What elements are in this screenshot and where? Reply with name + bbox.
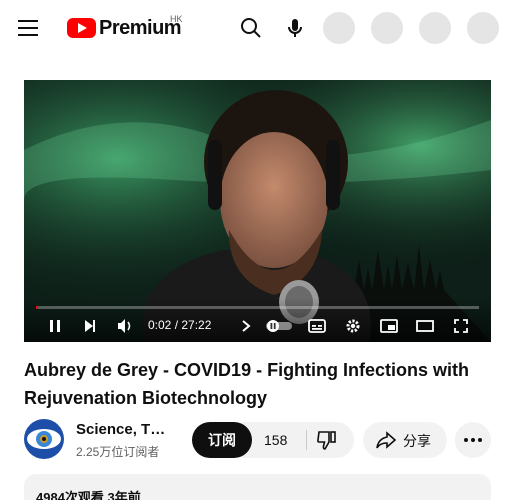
video-title: Aubrey de Grey - COVID19 - Fighting Infe… (24, 360, 470, 408)
logo-text: Premium (99, 16, 182, 39)
youtube-premium-logo[interactable]: Premium (67, 14, 182, 42)
channel-avatar[interactable] (24, 419, 64, 459)
header-action-button[interactable] (371, 12, 403, 44)
theater-icon[interactable] (413, 314, 437, 338)
share-button[interactable]: 分享 (363, 422, 447, 458)
chevron-right-icon[interactable] (234, 314, 258, 338)
dislike-icon[interactable] (314, 427, 340, 453)
autoplay-toggle-icon[interactable] (264, 314, 294, 338)
miniplayer-icon[interactable] (377, 314, 401, 338)
share-icon (376, 431, 397, 449)
header-action-button[interactable] (419, 12, 451, 44)
captions-icon[interactable] (305, 314, 329, 338)
pause-icon[interactable] (43, 314, 67, 338)
share-label: 分享 (403, 433, 431, 449)
channel-name[interactable]: Science, T… (76, 421, 165, 438)
more-actions-icon[interactable] (455, 422, 491, 458)
mic-icon[interactable] (281, 14, 309, 42)
settings-icon[interactable] (341, 314, 365, 338)
youtube-play-icon (67, 18, 96, 38)
progress-fill (36, 306, 38, 309)
player-controls: 0:02 / 27:22 (24, 298, 491, 342)
menu-icon[interactable] (14, 14, 42, 42)
subscriber-count: 2.25万位订阅者 (76, 445, 160, 459)
logo-region: HK (170, 14, 183, 24)
top-bar: Premium HK (0, 0, 515, 56)
view-count-and-date: 4984次观看 3年前 (36, 490, 141, 500)
volume-icon[interactable] (113, 314, 137, 338)
like-count[interactable]: 158 (264, 432, 287, 448)
fullscreen-icon[interactable] (449, 314, 473, 338)
next-icon[interactable] (78, 314, 102, 338)
progress-bar[interactable] (36, 306, 479, 309)
search-icon[interactable] (237, 14, 265, 42)
avatar-button[interactable] (467, 12, 499, 44)
description-box[interactable]: 4984次观看 3年前 (24, 474, 491, 500)
video-player[interactable]: 0:02 / 27:22 (24, 80, 491, 342)
like-divider (306, 430, 307, 450)
time-display: 0:02 / 27:22 (148, 318, 212, 332)
subscribe-button[interactable]: 订阅 (192, 422, 252, 458)
header-action-button[interactable] (323, 12, 355, 44)
